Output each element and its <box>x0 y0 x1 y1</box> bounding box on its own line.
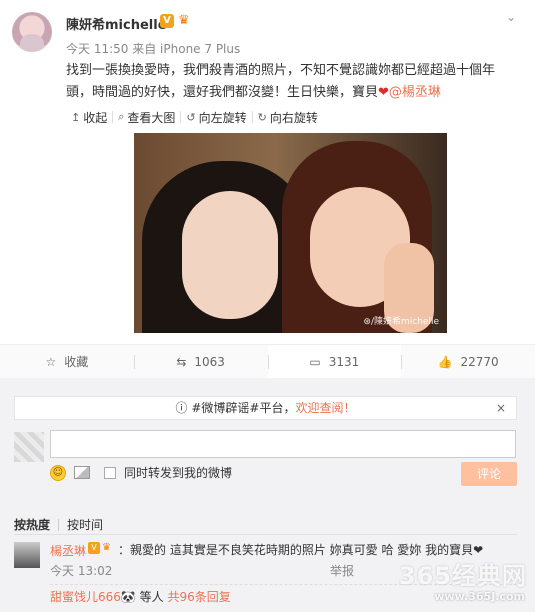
like-count: 22770 <box>460 354 499 369</box>
comment-count: 3131 <box>328 354 360 369</box>
rumor-notice-banner: ⓘ #微博辟谣#平台，欢迎查阅！ × <box>14 396 517 420</box>
rotate-right-label: 向右旋转 <box>269 110 318 125</box>
arrow-up-icon: ↥ <box>71 110 81 124</box>
post-content: 找到一張換換愛時，我們殺青酒的照片，不知不覺認識妳都已經超過十個年 頭，時間過的… <box>66 60 506 104</box>
rotate-right-button[interactable]: ↻ 向右旋转 <box>253 109 323 126</box>
notice-text[interactable]: #微博辟谣#平台， <box>191 401 295 415</box>
post-time[interactable]: 今天 11:50 <box>66 42 128 56</box>
sort-tabs: 按热度 按时间 <box>14 516 103 533</box>
sync-repost-checkbox[interactable] <box>104 466 116 479</box>
commenter-badges: V ♛ <box>88 542 114 554</box>
post-content-line1: 找到一張換換愛時，我們殺青酒的照片，不知不覺認識妳都已經超過十個年 <box>66 63 496 78</box>
sync-repost-label[interactable]: 同时转发到我的微博 <box>124 464 232 481</box>
commenter-avatar[interactable] <box>14 542 40 568</box>
verified-v-icon[interactable]: V <box>88 542 100 554</box>
emoji-icon[interactable]: ☺ <box>50 464 66 481</box>
photo-watermark: ⊛/陳妍希michelle <box>363 317 439 327</box>
image-upload-icon[interactable] <box>74 466 90 479</box>
info-icon: ⓘ <box>175 401 188 415</box>
rotate-left-button[interactable]: ↺ 向左旋转 <box>181 109 251 126</box>
chevron-down-icon[interactable]: ⌄ <box>506 10 516 24</box>
view-large-button[interactable]: ⌕ 查看大图 <box>113 109 180 126</box>
post-content-text: 頭，時間過的好快，還好我們都沒變！生日快樂，寶貝 <box>66 85 379 100</box>
repost-icon: ⇆ <box>176 354 187 369</box>
image-toolbar: ↥ 收起 ⌕ 查看大图 ↺ 向左旋转 ↻ 向右旋转 <box>66 106 323 128</box>
post-source: 来自 iPhone 7 Plus <box>132 42 241 56</box>
post-content-line2: 頭，時間過的好快，還好我們都沒變！生日快樂，寶貝❤@楊丞琳 <box>66 82 506 104</box>
comment-button[interactable]: ▭ 3131 <box>267 345 402 384</box>
divider <box>58 518 60 531</box>
reply-mid-text: 🐼 等人 <box>120 590 168 604</box>
crown-icon[interactable]: ♛ <box>178 13 194 29</box>
site-watermark-url: www.365J.com <box>434 590 525 603</box>
post-header: 陳妍希michelle V ♛ ⌄ 今天 11:50 来自 iPhone 7 P… <box>0 0 535 108</box>
reply-user-link[interactable]: 甜蜜饯儿666 <box>50 590 121 604</box>
thumbs-up-icon: 👍 <box>437 354 453 369</box>
magnify-icon: ⌕ <box>118 110 125 123</box>
favorite-label: 收藏 <box>64 355 89 369</box>
collapse-label: 收起 <box>83 110 108 125</box>
post-meta: 今天 11:50 来自 iPhone 7 Plus <box>66 40 240 57</box>
submit-comment-button[interactable]: 评论 <box>461 462 517 486</box>
mention-link[interactable]: @楊丞琳 <box>389 85 441 100</box>
author-name[interactable]: 陳妍希michelle <box>66 14 167 33</box>
commenter-name[interactable]: 楊丞琳 <box>50 542 86 559</box>
heart-icon: ❤ <box>378 85 389 100</box>
collapse-button[interactable]: ↥ 收起 <box>66 109 112 126</box>
post-actions-bar: ☆ 收藏 ⇆ 1063 ▭ 3131 👍 22770 <box>0 344 535 384</box>
photo-figure-left-face <box>182 191 278 319</box>
divider <box>14 534 517 535</box>
close-icon[interactable]: × <box>496 397 506 419</box>
crown-icon[interactable]: ♛ <box>102 542 114 554</box>
rotate-right-icon: ↻ <box>257 110 267 124</box>
like-button[interactable]: 👍 22770 <box>401 345 535 378</box>
sort-by-time-tab[interactable]: 按时间 <box>67 516 103 533</box>
rotate-left-label: 向左旋转 <box>198 110 247 125</box>
composer-tools: ☺ 同时转发到我的微博 <box>50 464 232 481</box>
comment-input[interactable] <box>50 430 516 458</box>
verified-v-icon[interactable]: V <box>160 14 174 28</box>
repost-button[interactable]: ⇆ 1063 <box>133 345 268 378</box>
post-photo[interactable]: ⊛/陳妍希michelle <box>134 133 447 333</box>
report-link[interactable]: 举报 <box>330 562 354 579</box>
comment-icon: ▭ <box>309 354 321 369</box>
favorite-button[interactable]: ☆ 收藏 <box>0 345 134 378</box>
reply-count-link[interactable]: 共96条回复 <box>167 590 230 604</box>
repost-count: 1063 <box>194 354 225 369</box>
sort-by-hot-tab[interactable]: 按热度 <box>14 516 50 533</box>
rotate-left-icon: ↺ <box>186 110 196 124</box>
notice-highlight[interactable]: 欢迎查阅！ <box>295 401 355 415</box>
comment-time: 今天 13:02 <box>50 564 113 578</box>
current-user-avatar <box>14 432 44 462</box>
star-icon: ☆ <box>45 354 57 369</box>
site-watermark: 365经典网 <box>398 562 527 590</box>
author-avatar[interactable] <box>12 12 52 52</box>
view-large-label: 查看大图 <box>127 110 176 125</box>
